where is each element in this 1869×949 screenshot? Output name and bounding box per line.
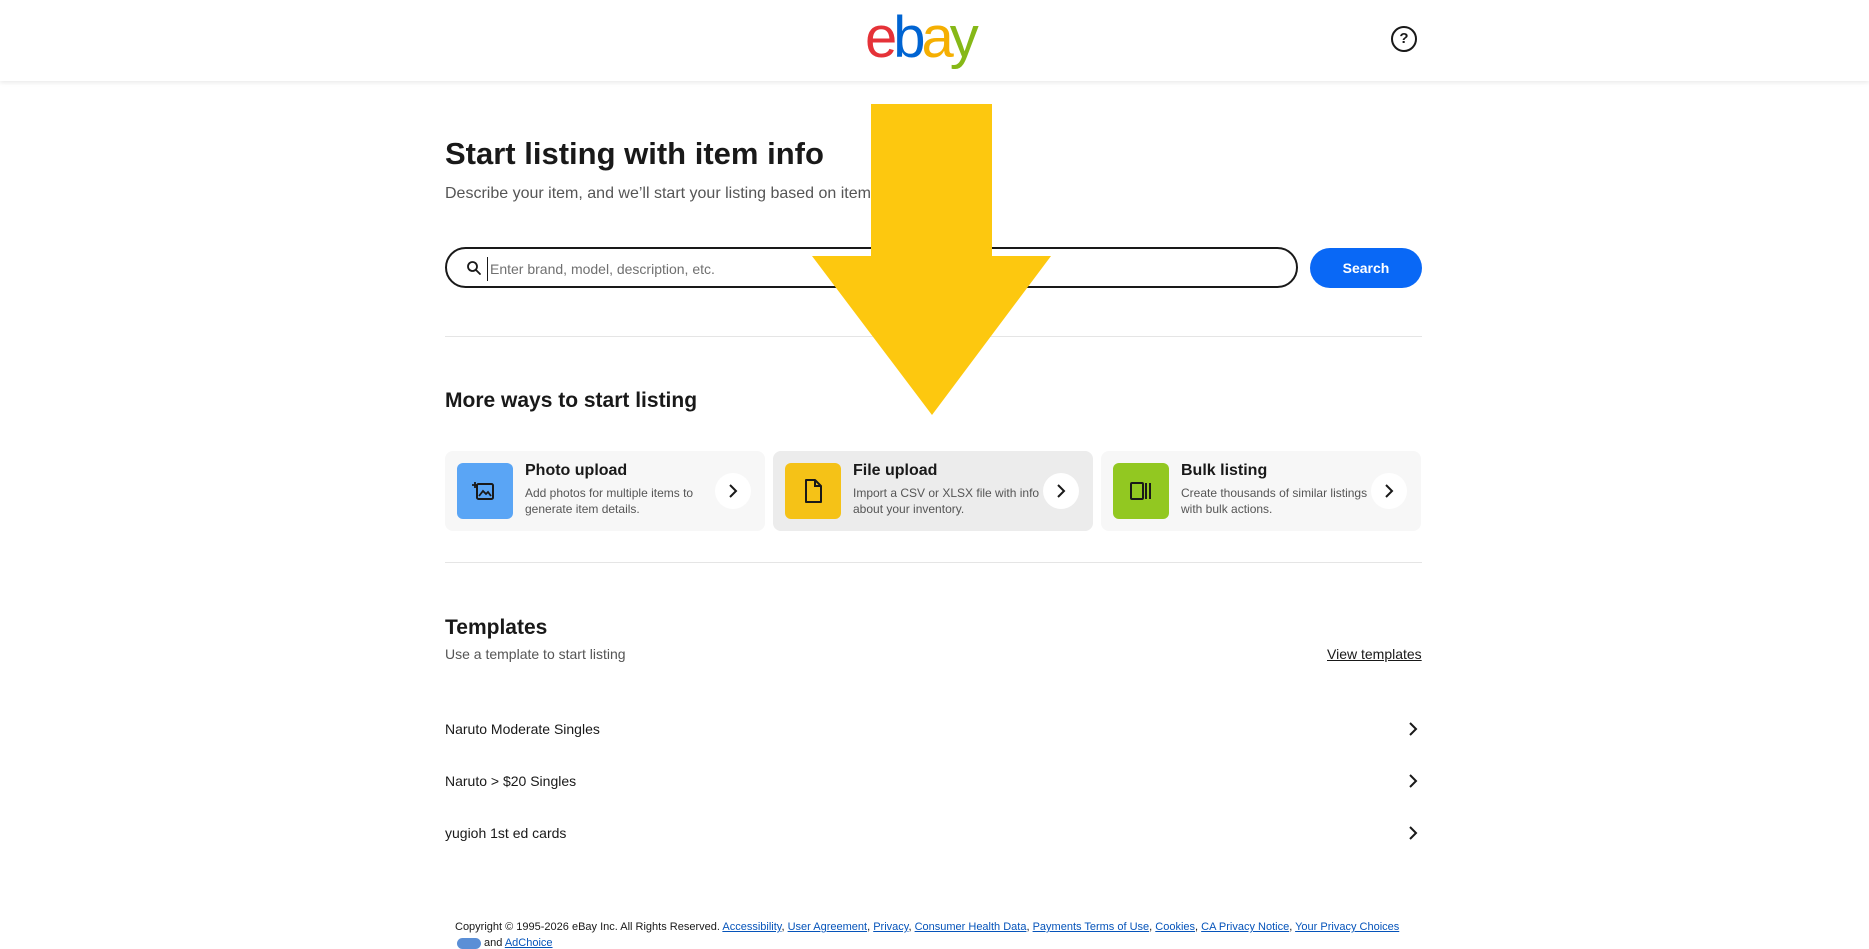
bulk-listing-card[interactable]: Bulk listing Create thousands of similar… — [1101, 451, 1421, 531]
file-icon — [805, 479, 822, 503]
bulk-listing-icon-tile — [1113, 463, 1169, 519]
footer: Copyright © 1995-2026 eBay Inc. All Righ… — [455, 921, 1400, 933]
template-row[interactable]: Naruto Moderate Singles — [445, 709, 1422, 749]
chevron-right-icon — [1409, 722, 1418, 736]
file-upload-card[interactable]: File upload Import a CSV or XLSX file wi… — [773, 451, 1093, 531]
search-box[interactable] — [445, 247, 1298, 288]
bulk-icon — [1130, 482, 1151, 500]
footer-link-your-privacy-choices[interactable]: Your Privacy Choices — [1295, 921, 1399, 933]
card-description: Create thousands of similar listings wit… — [1181, 486, 1368, 516]
chevron-right-icon — [1409, 826, 1418, 840]
help-icon[interactable]: ? — [1391, 26, 1417, 52]
template-row[interactable]: yugioh 1st ed cards — [445, 813, 1422, 853]
template-label: yugioh 1st ed cards — [445, 825, 567, 841]
footer-link-adchoice[interactable]: AdChoice — [505, 937, 553, 949]
photo-upload-icon-tile — [457, 463, 513, 519]
logo-letter-e: e — [865, 5, 897, 70]
footer-link-user-agreement[interactable]: User Agreement — [788, 921, 867, 933]
chevron-right-icon[interactable] — [1043, 473, 1079, 509]
footer-line-2: and AdChoice — [457, 937, 553, 949]
search-button[interactable]: Search — [1310, 248, 1422, 288]
template-label: Naruto Moderate Singles — [445, 721, 600, 737]
chevron-right-icon[interactable] — [1371, 473, 1407, 509]
template-row[interactable]: Naruto > $20 Singles — [445, 761, 1422, 801]
footer-link-consumer-health-data[interactable]: Consumer Health Data — [915, 921, 1027, 933]
search-icon — [467, 261, 481, 275]
chevron-right-icon — [1409, 774, 1418, 788]
logo-letter-b: b — [893, 5, 925, 70]
templates-subtitle: Use a template to start listing — [445, 646, 626, 662]
chevron-right-icon[interactable] — [715, 473, 751, 509]
card-description: Add photos for multiple items to generat… — [525, 486, 694, 516]
footer-link-ca-privacy-notice[interactable]: CA Privacy Notice — [1201, 921, 1289, 933]
divider — [445, 336, 1422, 337]
logo-letter-y: y — [949, 5, 979, 70]
footer-and-text: and — [484, 937, 503, 949]
header-bar: ebay ? — [0, 0, 1869, 81]
privacy-choices-icon — [457, 937, 481, 949]
ebay-logo[interactable]: ebay — [865, 5, 979, 70]
card-title: Bulk listing — [1181, 462, 1268, 479]
footer-link-cookies[interactable]: Cookies — [1155, 921, 1195, 933]
copyright-text: Copyright © 1995-2026 eBay Inc. All Righ… — [455, 921, 720, 933]
photo-icon — [472, 482, 494, 500]
footer-link-accessibility[interactable]: Accessibility — [722, 921, 781, 933]
card-description: Import a CSV or XLSX file with info abou… — [853, 486, 1040, 516]
file-upload-icon-tile — [785, 463, 841, 519]
search-input[interactable] — [487, 257, 1272, 281]
footer-link-payments-terms[interactable]: Payments Terms of Use — [1033, 921, 1150, 933]
divider — [445, 562, 1422, 563]
page-title: Start listing with item info — [445, 136, 824, 171]
view-templates-link[interactable]: View templates — [1327, 646, 1422, 662]
card-title: Photo upload — [525, 462, 628, 479]
card-title: File upload — [853, 462, 938, 479]
footer-link-privacy[interactable]: Privacy — [873, 921, 908, 933]
template-label: Naruto > $20 Singles — [445, 773, 577, 789]
templates-title: Templates — [445, 616, 548, 639]
logo-letter-a: a — [921, 5, 954, 70]
more-ways-title: More ways to start listing — [445, 389, 698, 412]
photo-upload-card[interactable]: Photo upload Add photos for multiple ite… — [445, 451, 765, 531]
page-subtitle: Describe your item, and we’ll start your… — [445, 185, 871, 202]
